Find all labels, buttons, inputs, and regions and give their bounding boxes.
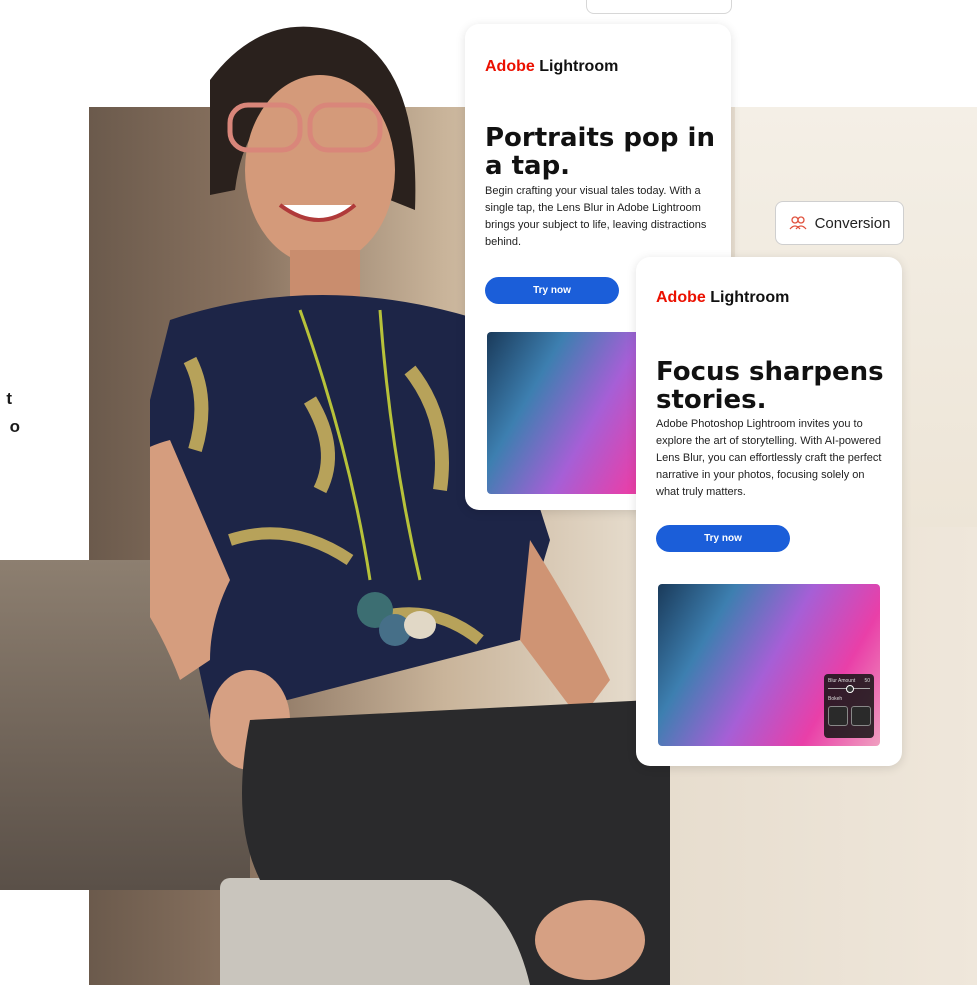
left-text-line1: t	[6, 389, 12, 408]
conversion-badge: Conversion	[775, 201, 904, 245]
card-headline: Portraits pop in a tap.	[485, 123, 715, 181]
card-body-text: Begin crafting your visual tales today. …	[485, 185, 707, 248]
ad-card-focus: Adobe Lightroom Focus sharpens stories. …	[636, 257, 902, 766]
try-now-button[interactable]: Try now	[656, 525, 790, 552]
brand-product: Lightroom	[710, 289, 790, 306]
conversion-label: Conversion	[814, 214, 891, 232]
people-icon	[789, 216, 807, 230]
blur-amount-value: 50	[864, 678, 870, 684]
card-image: Blur Amount 50 Bokeh	[658, 584, 880, 746]
card-headline: Focus sharpens stories.	[656, 357, 884, 415]
brand-adobe: Adobe	[656, 289, 706, 306]
brand-logo: Adobe Lightroom	[656, 289, 789, 307]
left-text-line2: o	[9, 417, 20, 436]
bokeh-label: Bokeh	[828, 696, 843, 702]
blur-slider-knob[interactable]	[846, 685, 854, 693]
brand-adobe: Adobe	[485, 58, 535, 75]
brand-logo: Adobe Lightroom	[485, 58, 618, 76]
blur-panel: Blur Amount 50 Bokeh	[824, 674, 874, 738]
blur-amount-label: Blur Amount	[828, 678, 856, 684]
bokeh-option-icon[interactable]	[828, 706, 848, 726]
try-now-button[interactable]: Try now	[485, 277, 619, 304]
bokeh-option-icon[interactable]	[851, 706, 871, 726]
card-body-text: Adobe Photoshop Lightroom invites you to…	[656, 418, 882, 498]
top-pill	[586, 0, 732, 14]
bokeh-buttons	[828, 706, 871, 726]
brand-product: Lightroom	[539, 58, 619, 75]
